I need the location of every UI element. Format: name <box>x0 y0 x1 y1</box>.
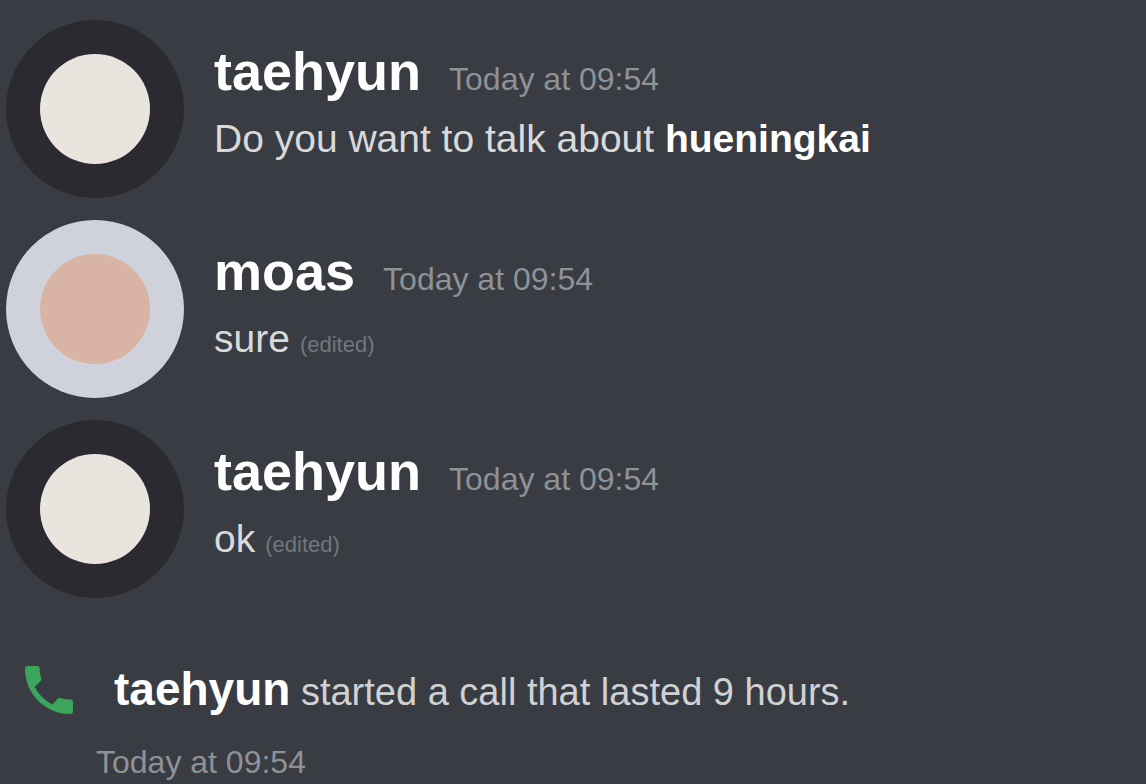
message-header: moas Today at 09:54 <box>214 240 593 302</box>
avatar-photo <box>40 54 150 164</box>
avatar-photo <box>40 254 150 364</box>
message-header: taehyun Today at 09:54 <box>214 440 659 502</box>
message-body: moas Today at 09:54 sure (edited) <box>214 220 593 363</box>
text-segment: sure <box>214 316 290 363</box>
message-row: taehyun Today at 09:54 Do you want to talk… <box>0 0 1146 200</box>
author-name[interactable]: moas <box>214 240 355 302</box>
message-header: taehyun Today at 09:54 <box>214 40 871 102</box>
timestamp: Today at 09:54 <box>449 461 659 498</box>
chat-log: taehyun Today at 09:54 Do you want to talk… <box>0 0 1146 784</box>
message-text: sure (edited) <box>214 316 593 363</box>
text-segment: hueningkai <box>665 116 871 163</box>
message-row: taehyun Today at 09:54 ok (edited) <box>0 400 1146 600</box>
author-name[interactable]: taehyun <box>214 440 421 502</box>
message-body: taehyun Today at 09:54 Do you want to talk… <box>214 20 871 163</box>
call-event: taehyun started a call that lasted 9 hou… <box>0 655 1146 784</box>
message-text: Do you want to talk about hueningkai <box>214 116 871 163</box>
call-description: started a call that lasted 9 hours. <box>290 664 850 721</box>
avatar-photo <box>40 454 150 564</box>
timestamp: Today at 09:54 <box>383 261 593 298</box>
timestamp: Today at 09:54 <box>449 61 659 98</box>
call-text: taehyun started a call that lasted 9 hou… <box>114 655 850 724</box>
avatar[interactable] <box>6 420 184 598</box>
call-author[interactable]: taehyun <box>114 655 290 724</box>
message-text: ok (edited) <box>214 516 659 563</box>
avatar[interactable] <box>6 20 184 198</box>
text-segment: ok <box>214 516 255 563</box>
edited-label: (edited) <box>300 332 375 358</box>
text-segment: Do you want to talk about <box>214 116 665 163</box>
message-row: moas Today at 09:54 sure (edited) <box>0 200 1146 400</box>
message-body: taehyun Today at 09:54 ok (edited) <box>214 420 659 563</box>
edited-label: (edited) <box>265 532 340 558</box>
call-line: taehyun started a call that lasted 9 hou… <box>14 655 1146 724</box>
avatar[interactable] <box>6 220 184 398</box>
timestamp: Today at 09:54 <box>96 738 1146 784</box>
author-name[interactable]: taehyun <box>214 40 421 102</box>
phone-icon <box>14 660 84 720</box>
